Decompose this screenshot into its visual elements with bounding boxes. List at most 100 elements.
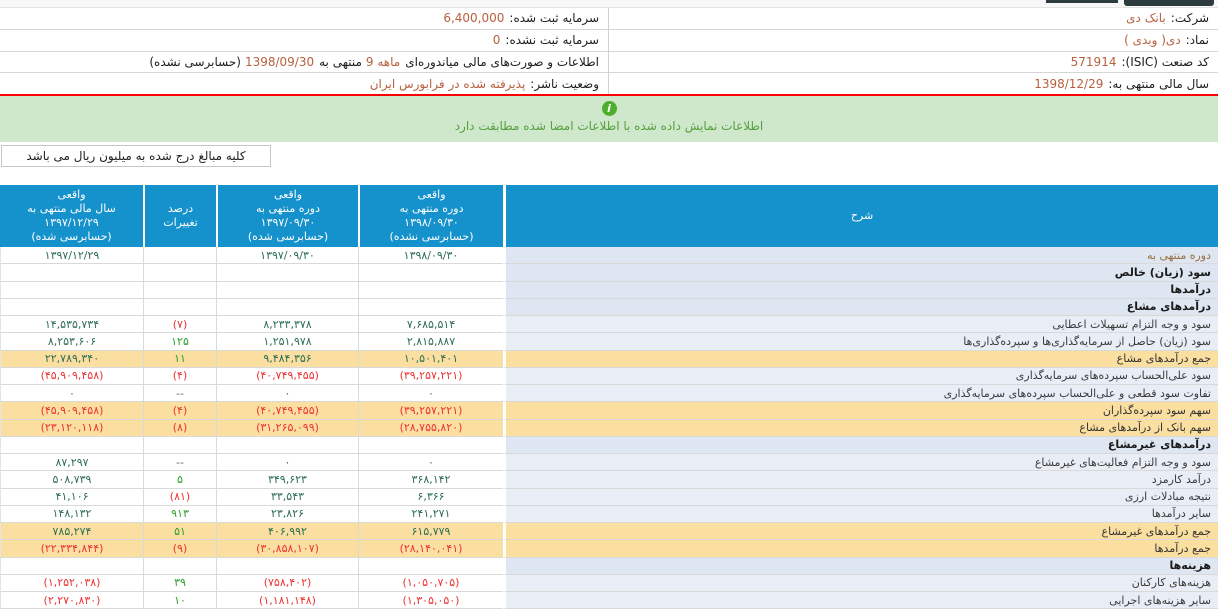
value-cell-c4: ۷۸۵,۲۷۴ [0,523,143,540]
value-cell-c3: ۵ [143,471,216,488]
value-cell-c3 [143,299,216,316]
table-row: تفاوت سود قطعی و علی‌الحساب سپرده‌های سر… [0,385,1218,402]
value-cell-c4: ۱۴۸,۱۳۲ [0,506,143,523]
value-cell-c4: (۱,۲۵۲,۰۳۸) [0,575,143,592]
isic-row: کد صنعت (ISIC): 571914 [609,52,1218,74]
row-label: تفاوت سود قطعی و علی‌الحساب سپرده‌های سر… [503,385,1218,402]
value-cell-c4: ۰ [0,385,143,402]
fiscal-year-value: 1398/12/29 [1034,77,1103,91]
value-cell-c2: ۳۴۹,۶۲۳ [216,471,358,488]
table-row: درآمدها [0,282,1218,299]
value-cell-c4 [0,282,143,299]
value-cell-c2: (۳۰,۸۵۸,۱۰۷) [216,540,358,557]
value-cell-c2: ۳۳,۵۴۳ [216,489,358,506]
row-label: جمع درآمدهای مشاع [503,351,1218,368]
value-cell-c2 [216,437,358,454]
value-cell-c1: (۱,۰۵۰,۷۰۵) [358,575,503,592]
issuer-status-value: پذیرفته شده در فرابورس ایران [370,77,526,91]
value-cell-c4: ۵۰۸,۷۳۹ [0,471,143,488]
fiscal-year-label: سال مالی منتهی به: [1108,77,1209,91]
value-cell-c1: ۰ [358,454,503,471]
value-cell-c4: (۴۵,۹۰۹,۴۵۸) [0,368,143,385]
signature-banner: i اطلاعات نمایش داده شده با اطلاعات امضا… [0,96,1218,142]
value-cell-c3 [143,282,216,299]
row-label: سود (زیان) حاصل از سرمایه‌گذاری‌ها و سپر… [503,333,1218,350]
value-cell-c3: ۹۱۳ [143,506,216,523]
column-header-c2: واقعیدوره منتهی به۱۳۹۷/۰۹/۳۰(حسابرسی شده… [216,185,358,247]
value-cell-c1: ۲,۸۱۵,۸۸۷ [358,333,503,350]
company-value: بانک دی [1126,11,1166,25]
value-cell-c2 [216,558,358,575]
row-label: سود و وجه التزام تسهیلات اعطایی [503,316,1218,333]
table-row: سهم بانک از درآمدهای مشاع(۲۸,۷۵۵,۸۲۰)(۳۱… [0,420,1218,437]
value-cell-c2: ۱,۲۵۱,۹۷۸ [216,333,358,350]
report-title-row: اطلاعات و صورت‌های مالی میاندوره‌ای 9 ما… [0,52,608,74]
description-header-label: شرح [851,209,873,223]
table-row: درآمد کارمزد۳۶۸,۱۴۲۳۴۹,۶۲۳۵۵۰۸,۷۳۹ [0,471,1218,488]
value-cell-c4: ۱۳۹۷/۱۲/۲۹ [0,247,143,264]
value-cell-c1: (۱,۳۰۵,۰۵۰) [358,592,503,609]
registered-capital-label: سرمایه ثبت شده: [509,11,599,25]
column-header-c3: درصدتغییرات [143,185,216,247]
top-strip [0,0,1218,7]
value-cell-c4: (۲۳,۱۲۰,۱۱۸) [0,420,143,437]
value-cell-c2: (۱,۱۸۱,۱۴۸) [216,592,358,609]
company-row: شرکت: بانک دی [609,8,1218,30]
value-cell-c3: (۷) [143,316,216,333]
value-cell-c1: (۳۹,۲۵۷,۲۲۱) [358,402,503,419]
value-cell-c2: ۲۳,۸۲۶ [216,506,358,523]
value-cell-c2: (۳۱,۲۶۵,۰۹۹) [216,420,358,437]
value-cell-c2: (۴۰,۷۴۹,۴۵۵) [216,368,358,385]
value-cell-c2: ۰ [216,454,358,471]
row-label: درآمد کارمزد [503,471,1218,488]
value-cell-c4: ۴۱,۱۰۶ [0,489,143,506]
column-header-c1: واقعیدوره منتهی به۱۳۹۸/۰۹/۳۰(حسابرسی نشد… [358,185,503,247]
table-row: جمع درآمدهای غیرمشاع۶۱۵,۷۷۹۴۰۶,۹۹۲۵۱۷۸۵,… [0,523,1218,540]
value-cell-c1: (۳۹,۲۵۷,۲۲۱) [358,368,503,385]
table-row: سود (زیان) خالص [0,264,1218,281]
table-row: سایر درآمدها۲۴۱,۲۷۱۲۳,۸۲۶۹۱۳۱۴۸,۱۳۲ [0,506,1218,523]
issuer-status-row: وضعیت ناشر: پذیرفته شده در فرابورس ایران [0,73,608,94]
info-icon: i [602,101,617,116]
value-cell-c2: ۱۳۹۷/۰۹/۳۰ [216,247,358,264]
row-label: سود و وجه التزام فعالیت‌های غیرمشاع [503,454,1218,471]
row-label: درآمدهای مشاع [503,299,1218,316]
value-cell-c1: (۲۸,۱۴۰,۰۴۱) [358,540,503,557]
table-row: سهم سود سپرده‌گذاران(۳۹,۲۵۷,۲۲۱)(۴۰,۷۴۹,… [0,402,1218,419]
table-header-row: شرح واقعیدوره منتهی به۱۳۹۸/۰۹/۳۰(حسابرسی… [0,185,1218,247]
value-cell-c1: ۶,۳۶۶ [358,489,503,506]
value-cell-c3: -- [143,385,216,402]
value-cell-c4: (۴۵,۹۰۹,۴۵۸) [0,402,143,419]
value-cell-c4 [0,264,143,281]
value-cell-c1: ۰ [358,385,503,402]
value-cell-c3: ۳۹ [143,575,216,592]
value-cell-c4: ۸,۲۵۳,۶۰۶ [0,333,143,350]
table-row: درآمدهای غیرمشاع [0,437,1218,454]
row-label: هزینه‌های کارکنان [503,575,1218,592]
value-cell-c3: ۱۱ [143,351,216,368]
table-row: هزینه‌ها [0,558,1218,575]
issuer-status-label: وضعیت ناشر: [530,77,599,91]
row-label: نتیجه مبادلات ارزی [503,489,1218,506]
financial-table: شرح واقعیدوره منتهی به۱۳۹۸/۰۹/۳۰(حسابرسی… [0,185,1218,609]
toolbar-remnant-icon [1046,0,1118,3]
registered-capital-value: 6,400,000 [443,11,504,25]
value-cell-c1: ۷,۶۸۵,۵۱۴ [358,316,503,333]
row-label: سهم بانک از درآمدهای مشاع [503,420,1218,437]
value-cell-c4 [0,437,143,454]
unregistered-capital-value: 0 [493,33,501,47]
table-body: دوره منتهی به۱۳۹۸/۰۹/۳۰۱۳۹۷/۰۹/۳۰۱۳۹۷/۱۲… [0,247,1218,609]
table-row: سود علی‌الحساب سپرده‌های سرمایه‌گذاری(۳۹… [0,368,1218,385]
value-cell-c2: ۴۰۶,۹۹۲ [216,523,358,540]
column-header-description: شرح [503,185,1218,247]
value-cell-c1: ۱۳۹۸/۰۹/۳۰ [358,247,503,264]
value-cell-c3: -- [143,454,216,471]
value-cell-c2: (۷۵۸,۴۰۲) [216,575,358,592]
value-cell-c4: ۸۷,۲۹۷ [0,454,143,471]
value-cell-c3: ۱۲۵ [143,333,216,350]
row-label: درآمدهای غیرمشاع [503,437,1218,454]
value-cell-c3 [143,264,216,281]
value-cell-c3 [143,247,216,264]
value-cell-c2 [216,282,358,299]
value-cell-c3: (۴) [143,368,216,385]
